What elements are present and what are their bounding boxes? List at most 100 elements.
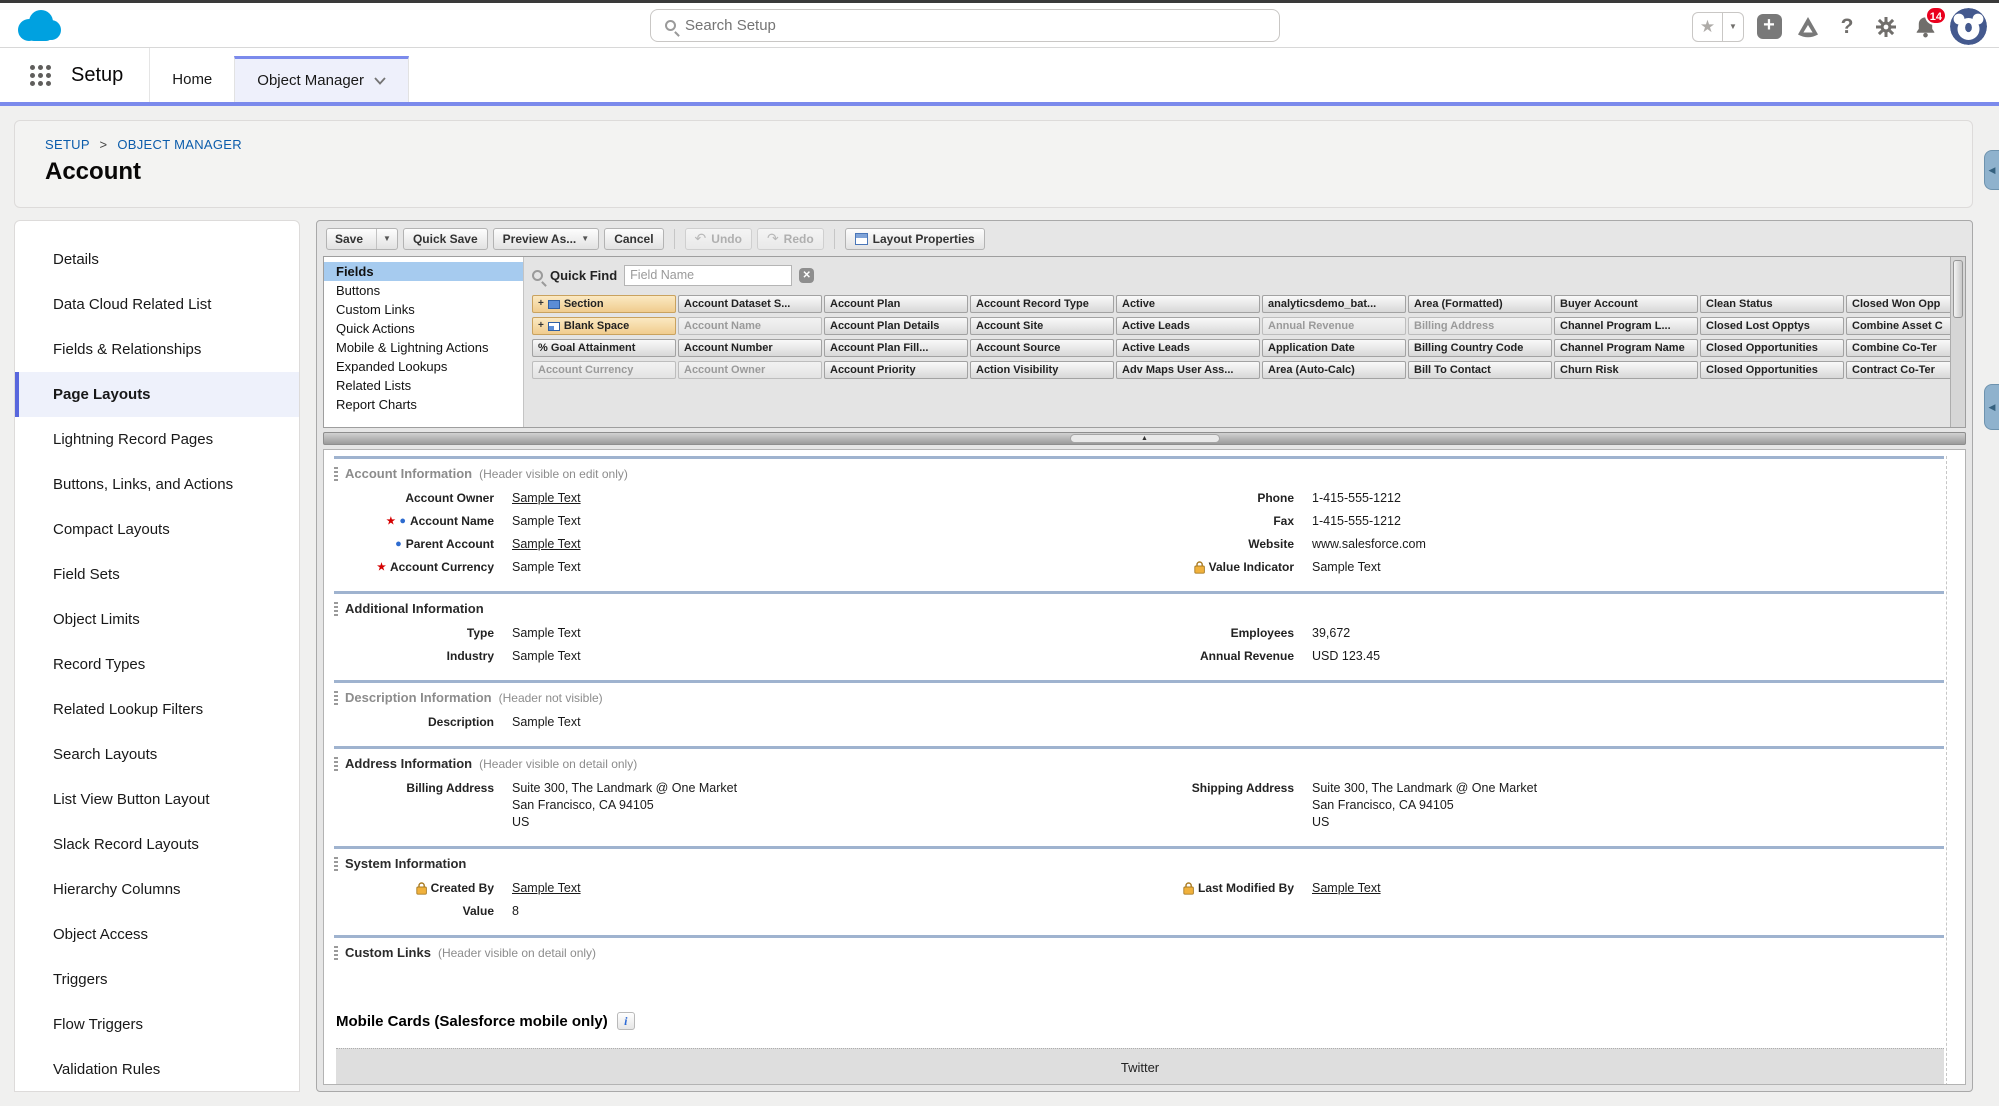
quick-find-clear-icon[interactable]: ✕	[799, 268, 814, 283]
palette-field-churn-risk[interactable]: Churn Risk	[1554, 361, 1698, 379]
preview-as-button[interactable]: Preview As... ▼	[493, 228, 600, 250]
tab-object-manager[interactable]: Object Manager	[234, 56, 409, 102]
palette-field-action-visibility[interactable]: Action Visibility	[970, 361, 1114, 379]
palette-field-goal-attainment[interactable]: % Goal Attainment	[532, 339, 676, 357]
favorites-star-icon[interactable]: ★	[1693, 13, 1722, 41]
breadcrumb-setup-link[interactable]: SETUP	[45, 137, 90, 152]
palette-field-combine-asset-c[interactable]: Combine Asset C	[1846, 317, 1965, 335]
sidebar-item-fields-relationships[interactable]: Fields & Relationships	[15, 327, 299, 372]
palette-field-blank-space[interactable]: +Blank Space	[532, 317, 676, 335]
palette-category-quick-actions[interactable]: Quick Actions	[324, 319, 523, 338]
palette-field-account-currency[interactable]: Account Currency	[532, 361, 676, 379]
sidebar-item-slack-record-layouts[interactable]: Slack Record Layouts	[15, 822, 299, 867]
palette-field-area-formatted[interactable]: Area (Formatted)	[1408, 295, 1552, 313]
sidebar-item-hierarchy-columns[interactable]: Hierarchy Columns	[15, 867, 299, 912]
sidebar-item-search-layouts[interactable]: Search Layouts	[15, 732, 299, 777]
favorites-combo[interactable]: ★ ▼	[1692, 12, 1744, 42]
redo-button[interactable]: ↷ Redo	[757, 228, 824, 250]
favorites-dropdown-icon[interactable]: ▼	[1722, 13, 1743, 41]
palette-field-account-plan[interactable]: Account Plan	[824, 295, 968, 313]
palette-field-adv-maps-user-ass[interactable]: Adv Maps User Ass...	[1116, 361, 1260, 379]
sidebar-item-data-cloud-related-list[interactable]: Data Cloud Related List	[15, 282, 299, 327]
setup-gear-icon[interactable]	[1872, 12, 1900, 42]
palette-category-fields[interactable]: Fields	[324, 262, 523, 281]
undo-button[interactable]: ↶ Undo	[685, 228, 752, 250]
palette-field-analyticsdemo-bat[interactable]: analyticsdemo_bat...	[1262, 295, 1406, 313]
sidebar-item-buttons-links-and-actions[interactable]: Buttons, Links, and Actions	[15, 462, 299, 507]
palette-field-account-source[interactable]: Account Source	[970, 339, 1114, 357]
palette-field-channel-program-name[interactable]: Channel Program Name	[1554, 339, 1698, 357]
sidebar-item-field-sets[interactable]: Field Sets	[15, 552, 299, 597]
section-drag-handle-icon[interactable]	[334, 602, 338, 616]
layout-field-row-account-currency[interactable]: ★Account CurrencySample Text	[334, 556, 1134, 579]
global-search[interactable]	[650, 9, 1280, 42]
palette-field-channel-program-l[interactable]: Channel Program L...	[1554, 317, 1698, 335]
palette-resize-bar[interactable]: ▲	[323, 432, 1966, 445]
breadcrumb-object-manager-link[interactable]: OBJECT MANAGER	[117, 137, 242, 152]
layout-field-row-website[interactable]: Websitewww.salesforce.com	[1134, 533, 1934, 556]
layout-properties-button[interactable]: Layout Properties	[845, 228, 985, 250]
sidebar-item-details[interactable]: Details	[15, 237, 299, 282]
help-icon[interactable]: ?	[1833, 12, 1861, 42]
sidebar-item-object-limits[interactable]: Object Limits	[15, 597, 299, 642]
section-drag-handle-icon[interactable]	[334, 467, 338, 481]
guidance-center-icon[interactable]	[1794, 12, 1822, 42]
palette-field-closed-opportunities[interactable]: Closed Opportunities	[1700, 361, 1844, 379]
palette-field-application-date[interactable]: Application Date	[1262, 339, 1406, 357]
layout-field-row-last-modified-by[interactable]: Last Modified BySample Text	[1134, 877, 1934, 900]
sidebar-item-flow-triggers[interactable]: Flow Triggers	[15, 1002, 299, 1047]
layout-field-row-account-owner[interactable]: Account OwnerSample Text	[334, 487, 1134, 510]
palette-field-active-leads[interactable]: Active Leads	[1116, 339, 1260, 357]
palette-field-clean-status[interactable]: Clean Status	[1700, 295, 1844, 313]
layout-field-row-industry[interactable]: IndustrySample Text	[334, 645, 1134, 668]
sidebar-item-compact-layouts[interactable]: Compact Layouts	[15, 507, 299, 552]
mobile-card-twitter[interactable]: Twitter	[336, 1048, 1944, 1085]
palette-field-closed-lost-opptys[interactable]: Closed Lost Opptys	[1700, 317, 1844, 335]
palette-field-billing-address[interactable]: Billing Address	[1408, 317, 1552, 335]
palette-collapse-tab[interactable]: ◀	[1984, 384, 1999, 430]
section-drag-handle-icon[interactable]	[334, 691, 338, 705]
palette-category-buttons[interactable]: Buttons	[324, 281, 523, 300]
palette-field-billing-country-code[interactable]: Billing Country Code	[1408, 339, 1552, 357]
layout-field-row-account-name[interactable]: ★●Account NameSample Text	[334, 510, 1134, 533]
palette-collapse-handle[interactable]: ▲	[1070, 434, 1220, 443]
palette-field-area-auto-calc[interactable]: Area (Auto-Calc)	[1262, 361, 1406, 379]
layout-field-row-type[interactable]: TypeSample Text	[334, 622, 1134, 645]
layout-field-row-phone[interactable]: Phone1-415-555-1212	[1134, 487, 1934, 510]
layout-field-row-fax[interactable]: Fax1-415-555-1212	[1134, 510, 1934, 533]
layout-field-row-annual-revenue[interactable]: Annual RevenueUSD 123.45	[1134, 645, 1934, 668]
sidebar-item-list-view-button-layout[interactable]: List View Button Layout	[15, 777, 299, 822]
sidebar-item-page-layouts[interactable]: Page Layouts	[15, 372, 299, 417]
palette-field-combine-co-ter[interactable]: Combine Co-Ter	[1846, 339, 1965, 357]
palette-field-closed-opportunities[interactable]: Closed Opportunities	[1700, 339, 1844, 357]
layout-field-row-employees[interactable]: Employees39,672	[1134, 622, 1934, 645]
palette-field-account-dataset-s[interactable]: Account Dataset S...	[678, 295, 822, 313]
palette-field-account-plan-details[interactable]: Account Plan Details	[824, 317, 968, 335]
sidebar-item-record-types[interactable]: Record Types	[15, 642, 299, 687]
palette-field-account-plan-fill[interactable]: Account Plan Fill...	[824, 339, 968, 357]
sidebar-item-object-access[interactable]: Object Access	[15, 912, 299, 957]
palette-field-bill-to-contact[interactable]: Bill To Contact	[1408, 361, 1552, 379]
save-button[interactable]: Save ▼	[326, 228, 398, 250]
palette-field-section[interactable]: +Section	[532, 295, 676, 313]
save-dropdown-icon[interactable]: ▼	[376, 229, 397, 249]
layout-field-row-parent-account[interactable]: ●Parent AccountSample Text	[334, 533, 1134, 556]
palette-category-expanded-lookups[interactable]: Expanded Lookups	[324, 357, 523, 376]
cancel-button[interactable]: Cancel	[604, 228, 663, 250]
search-input[interactable]	[685, 17, 1225, 34]
palette-field-account-site[interactable]: Account Site	[970, 317, 1114, 335]
palette-field-account-number[interactable]: Account Number	[678, 339, 822, 357]
quick-create-icon[interactable]: +	[1755, 12, 1783, 42]
notifications-bell-icon[interactable]: 14	[1911, 12, 1939, 42]
panel-collapse-tab[interactable]: ◀	[1984, 150, 1999, 190]
app-launcher-icon[interactable]	[30, 65, 51, 86]
palette-field-account-name[interactable]: Account Name	[678, 317, 822, 335]
layout-field-row-value[interactable]: Value8	[334, 900, 1134, 923]
quick-save-button[interactable]: Quick Save	[403, 228, 488, 250]
avatar[interactable]	[1950, 8, 1987, 45]
palette-category-mobile-lightning-actions[interactable]: Mobile & Lightning Actions	[324, 338, 523, 357]
palette-category-related-lists[interactable]: Related Lists	[324, 376, 523, 395]
palette-scrollbar[interactable]	[1950, 257, 1965, 427]
sidebar-item-triggers[interactable]: Triggers	[15, 957, 299, 1002]
section-drag-handle-icon[interactable]	[334, 757, 338, 771]
